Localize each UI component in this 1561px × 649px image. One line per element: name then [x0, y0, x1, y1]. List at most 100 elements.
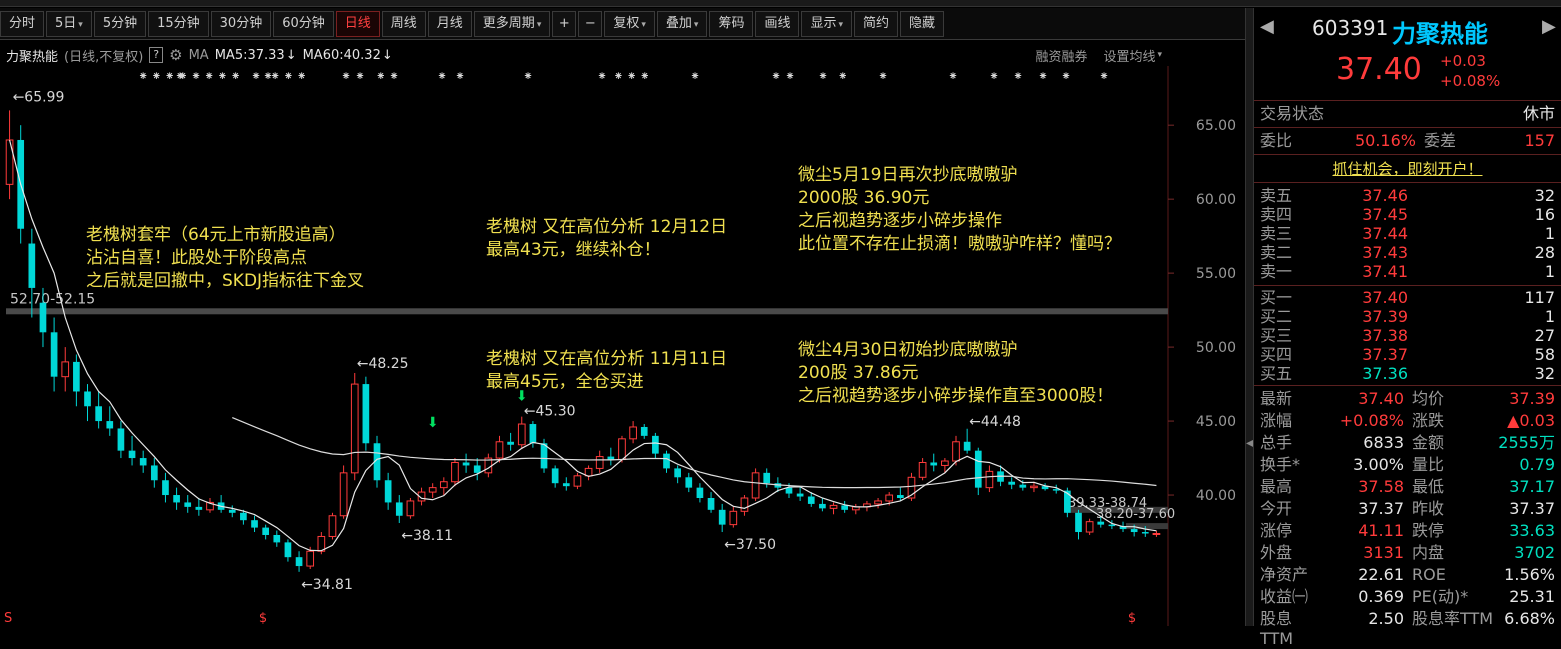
candle-body [84, 391, 91, 407]
event-marker-icon: ⁕ [613, 69, 623, 83]
annotation-text: 老槐树 又在高位分析 11月11日 最高45元，全仓买进 [486, 348, 727, 394]
band-label: 38.20-37.60 [1096, 507, 1175, 522]
candle-body [39, 302, 47, 333]
y-tick-label: 55.00 [1196, 266, 1236, 282]
toolbar-item-16[interactable]: 显示 ▾ [801, 10, 853, 37]
buy-signal-arrow-icon: ⬇ [427, 415, 439, 431]
toolbar-item-10[interactable]: + [552, 10, 577, 37]
event-marker-icon: ⁕ [283, 69, 293, 83]
gear-icon[interactable]: ⚙ [169, 46, 182, 64]
event-marker-icon: ⁕ [627, 69, 637, 83]
candle-body [451, 461, 459, 483]
toolbar-item-18[interactable]: 隐藏 [900, 10, 945, 37]
book-level-label: 卖一 [1260, 262, 1293, 281]
candle-body [595, 456, 604, 469]
collapse-arrow-icon[interactable]: ◀ [1246, 438, 1254, 449]
stat-label: 涨停 [1260, 521, 1293, 540]
stat-row: 总手 6833 金额 2555万 [1260, 433, 1555, 453]
toolbar-item-1[interactable]: 5日 ▾ [46, 10, 92, 37]
divider [1254, 127, 1561, 128]
candle-body [428, 487, 437, 493]
candle-body [1130, 529, 1138, 533]
candle-body [963, 441, 971, 451]
book-volume: 27 [1534, 326, 1555, 345]
divider [1254, 100, 1561, 101]
toolbar-item-4[interactable]: 30分钟 [210, 10, 272, 37]
stat-row: 最高 37.58 最低 37.17 [1260, 477, 1555, 497]
toolbar-item-12[interactable]: 复权 ▾ [604, 10, 655, 37]
candle-body [228, 509, 236, 513]
toolbar-item-8[interactable]: 月线 [427, 10, 472, 37]
toolbar-item-6[interactable]: 日线 [335, 10, 380, 37]
book-price: 37.41 [1362, 262, 1408, 281]
ma-label[interactable]: MA [189, 48, 209, 63]
book-volume: 1 [1544, 262, 1555, 281]
toolbar-item-13[interactable]: 叠加 ▾ [656, 10, 708, 37]
event-marker-icon: ⁕ [341, 69, 351, 83]
candle-body [696, 487, 704, 498]
candle-body [473, 465, 481, 473]
candle-body [707, 498, 715, 510]
toolbar-item-label: 60分钟 [282, 15, 325, 31]
trade-status-label: 交易状态 [1260, 104, 1325, 123]
candle-body [284, 542, 292, 558]
order-ratio-value: 50.16% [1354, 131, 1416, 150]
prev-stock-arrow-icon[interactable]: ◀ [1260, 16, 1274, 37]
event-marker-icon: ⁕ [1038, 69, 1048, 83]
toolbar-item-14[interactable]: 筹码 [709, 10, 754, 37]
event-marker-icon: ⁕ [263, 69, 273, 83]
panel-divider-handle[interactable]: ◀ [1245, 8, 1254, 626]
margin-trading-button[interactable]: 融资融券 [1035, 46, 1087, 65]
toolbar-item-11[interactable]: − [578, 10, 603, 37]
toolbar-item-label: + [558, 15, 570, 31]
resistance-band [6, 308, 1168, 315]
book-level-label: 买三 [1260, 326, 1293, 345]
toolbar-item-15[interactable]: 画线 [755, 10, 800, 37]
candle-body [495, 441, 504, 459]
stat-value: 2555万 [1498, 433, 1555, 452]
candle-body [1108, 524, 1116, 527]
chevron-down-icon[interactable]: ▾ [1157, 50, 1162, 60]
book-price: 37.40 [1362, 288, 1408, 307]
y-tick-label: 50.00 [1196, 340, 1236, 356]
book-volume: 28 [1534, 243, 1555, 262]
toolbar-item-0[interactable]: 分时 [0, 10, 45, 37]
toolbar-item-17[interactable]: 简约 [854, 10, 899, 37]
book-level-label: 卖四 [1260, 205, 1293, 224]
event-marker-icon: ⁕ [1013, 69, 1023, 83]
stat-label: 最低 [1412, 477, 1445, 496]
ask-row: 卖三 37.44 1 [1260, 224, 1555, 244]
candlestick-chart-area[interactable]: 65.00 60.00 55.00 50.00 45.00 40.00 52.70-52.1… [0, 66, 1245, 626]
candle-body [128, 450, 136, 459]
event-marker-icon: ⁕ [640, 69, 650, 83]
book-price: 37.45 [1362, 205, 1408, 224]
event-marker-icon: ⁕ [690, 69, 700, 83]
candle-body [829, 504, 838, 509]
annotation-line: 最高43元，继续补仓！ [486, 240, 661, 260]
book-price: 37.39 [1362, 307, 1408, 326]
candle-body [974, 450, 982, 488]
toolbar-item-9[interactable]: 更多周期 ▾ [473, 10, 551, 37]
toolbar-item-7[interactable]: 周线 [381, 10, 426, 37]
toolbar-item-3[interactable]: 15分钟 [148, 10, 209, 37]
candle-body [807, 496, 815, 504]
candle-body [61, 361, 70, 378]
toolbar-item-5[interactable]: 60分钟 [273, 10, 334, 37]
set-ma-button[interactable]: 设置均线 [1103, 46, 1155, 65]
candle-body [173, 495, 180, 503]
help-button[interactable]: ? [149, 47, 164, 63]
candle-body [350, 383, 359, 474]
candle-body [718, 509, 726, 525]
stat-label: 收益㈠ [1260, 587, 1309, 606]
toolbar-item-2[interactable]: 5分钟 [93, 10, 147, 37]
event-marker-icon: ⁕ [217, 69, 227, 83]
candle-body [73, 361, 80, 392]
next-stock-arrow-icon[interactable]: ▶ [1542, 16, 1556, 37]
order-ratio-label: 委比 [1260, 131, 1293, 150]
stock-name: 力聚热能 [1392, 20, 1488, 48]
stat-value: 1.56% [1504, 565, 1555, 584]
stat-value: 3131 [1363, 543, 1404, 562]
event-marker-icon: ⁕ [818, 69, 828, 83]
open-account-banner[interactable]: 抓住机会，即刻开户！ [1254, 158, 1561, 180]
candle-body [406, 500, 415, 517]
